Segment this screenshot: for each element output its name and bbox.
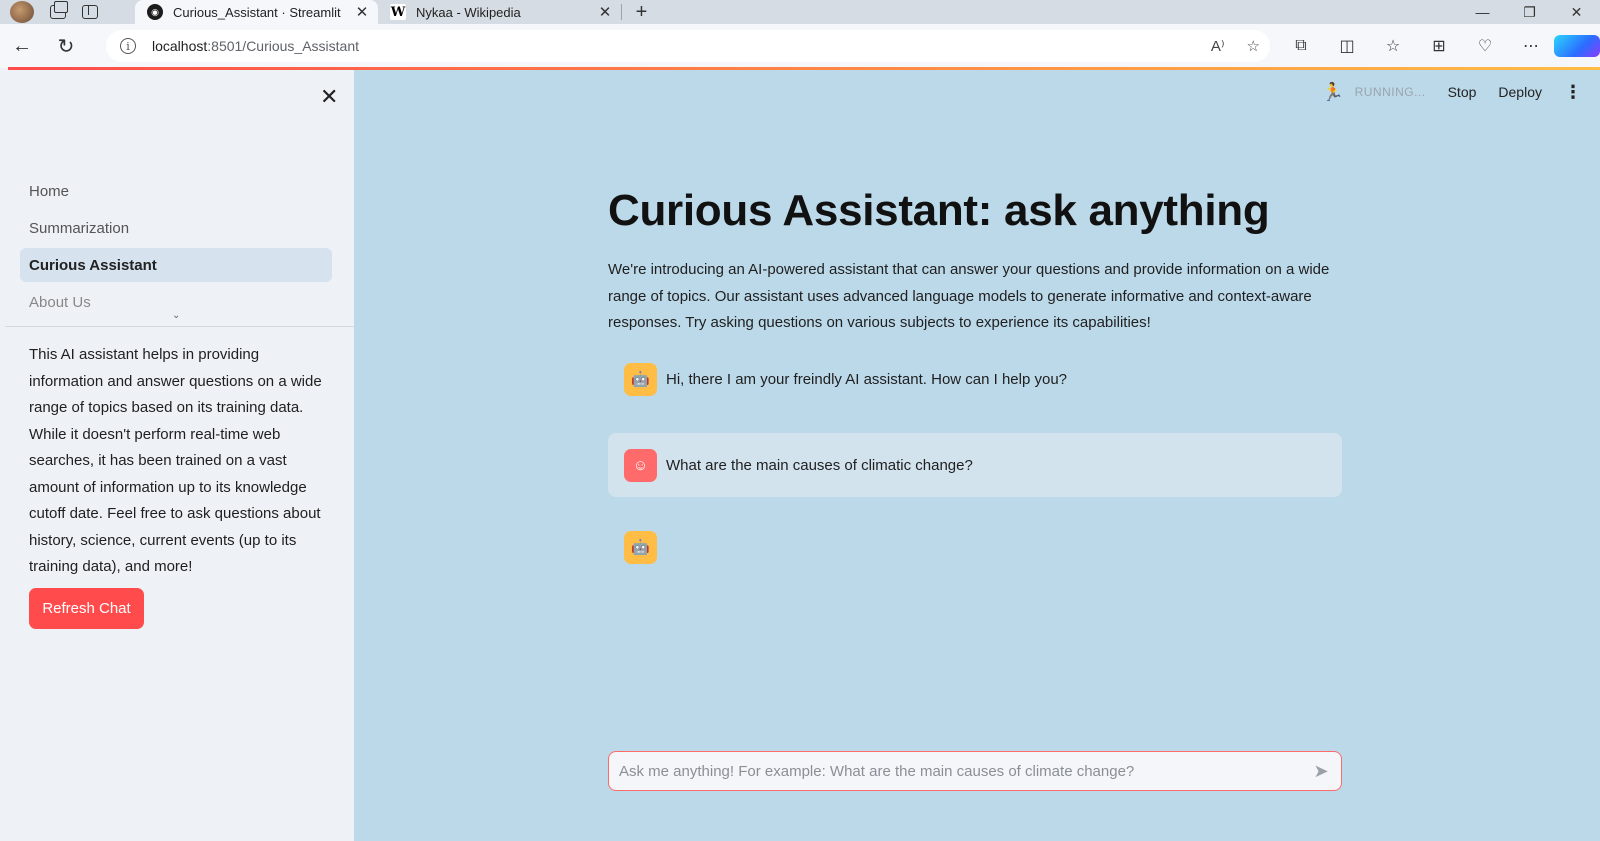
sidebar: ✕ Home Summarization Curious Assistant A… (0, 70, 354, 841)
sidebar-divider (5, 326, 354, 327)
message-text: Hi, there I am your freindly AI assistan… (666, 370, 1068, 388)
browser-toolbar: ← ↻ i localhost:8501/Curious_Assistant A… (0, 24, 1600, 68)
browser-extension-icons: ⧉ ◫ ☆ ⊞ ♡ ⋯ (1278, 24, 1600, 68)
browser-tab-bar: ◉ Curious_Assistant · Streamlit ✕ W Nyka… (0, 0, 1600, 24)
site-info-icon[interactable]: i (120, 38, 136, 54)
refresh-chat-button[interactable]: Refresh Chat (29, 588, 144, 629)
send-arrow-icon[interactable]: ➤ (1301, 761, 1341, 782)
sidebar-item-summarization[interactable]: Summarization (20, 211, 332, 245)
chat-message-assistant-pending: 🤖 (608, 515, 1342, 579)
favorites-icon[interactable]: ☆ (1370, 36, 1416, 56)
vertical-tabs-icon[interactable] (82, 5, 98, 19)
back-arrow-icon[interactable]: ← (0, 35, 44, 58)
streamlit-icon: ◉ (147, 4, 163, 20)
chat-message-user: ☺ What are the main causes of climatic c… (608, 433, 1342, 497)
more-menu-icon[interactable]: ⋯ (1508, 36, 1554, 56)
close-sidebar-icon[interactable]: ✕ (320, 84, 338, 110)
tab-bar-left-icons (0, 0, 135, 24)
window-controls: — ❐ ✕ (1459, 0, 1600, 24)
url-text[interactable]: localhost:8501/Curious_Assistant (152, 38, 359, 54)
chat-message-assistant: 🤖 Hi, there I am your freindly AI assist… (608, 347, 1342, 411)
reload-icon[interactable]: ↻ (44, 34, 88, 59)
running-status: 🏃 RUNNING... (1322, 82, 1426, 103)
read-aloud-icon[interactable]: A⁾ (1211, 37, 1225, 55)
sidebar-nav: Home Summarization Curious Assistant Abo… (20, 174, 332, 322)
tab-title: Curious_Assistant · Streamlit (173, 4, 341, 20)
bot-avatar-icon: 🤖 (624, 362, 657, 396)
user-avatar-icon: ☺ (624, 448, 657, 482)
tab-title: Nykaa - Wikipedia (416, 4, 521, 20)
stop-button[interactable]: Stop (1448, 84, 1477, 100)
close-tab-icon[interactable]: ✕ (354, 3, 370, 21)
page-title: Curious Assistant: ask anything (608, 186, 1270, 235)
chat-input-box: ➤ (608, 751, 1342, 791)
favorite-star-icon[interactable]: ☆ (1247, 37, 1260, 55)
profile-avatar-icon[interactable] (10, 1, 34, 23)
browser-essentials-icon[interactable]: ♡ (1462, 36, 1508, 56)
sidebar-info-text: This AI assistant helps in providing inf… (29, 346, 322, 575)
close-window-button[interactable]: ✕ (1553, 0, 1600, 24)
main-menu-icon[interactable]: ⋮ (1564, 82, 1582, 103)
address-bar[interactable]: i localhost:8501/Curious_Assistant A⁾ ☆ (106, 30, 1270, 62)
workspaces-icon[interactable] (50, 1, 68, 19)
message-text: What are the main causes of climatic cha… (666, 456, 973, 474)
restore-button[interactable]: ❐ (1506, 0, 1553, 24)
main-content: 🏃 RUNNING... Stop Deploy ⋮ Curious Assis… (354, 70, 1600, 841)
collections-icon[interactable]: ⊞ (1416, 36, 1462, 56)
deploy-button[interactable]: Deploy (1498, 84, 1542, 100)
copilot-icon[interactable] (1554, 35, 1600, 57)
running-status-text: RUNNING... (1354, 85, 1426, 99)
minimize-button[interactable]: — (1459, 0, 1506, 24)
new-tab-button[interactable]: + (621, 1, 661, 23)
bot-avatar-icon: 🤖 (624, 530, 657, 564)
split-screen-icon[interactable]: ◫ (1324, 36, 1370, 56)
sidebar-item-home[interactable]: Home (20, 174, 332, 208)
browser-tab-wikipedia[interactable]: W Nykaa - Wikipedia ✕ (378, 0, 621, 24)
running-man-icon: 🏃 (1321, 81, 1345, 102)
chat-input[interactable] (619, 762, 1301, 780)
app-header-actions: 🏃 RUNNING... Stop Deploy ⋮ (1322, 80, 1582, 104)
page-intro: We're introducing an AI-powered assistan… (608, 261, 1330, 331)
chevron-down-icon[interactable]: ⌄ (172, 310, 180, 321)
sidebar-item-curious-assistant[interactable]: Curious Assistant (20, 248, 332, 282)
address-bar-actions: A⁾ ☆ (1211, 30, 1260, 62)
browser-tab-curious-assistant[interactable]: ◉ Curious_Assistant · Streamlit ✕ (135, 0, 378, 24)
close-tab-icon[interactable]: ✕ (597, 3, 613, 21)
wikipedia-icon: W (390, 4, 406, 20)
extensions-icon[interactable]: ⧉ (1278, 37, 1324, 55)
